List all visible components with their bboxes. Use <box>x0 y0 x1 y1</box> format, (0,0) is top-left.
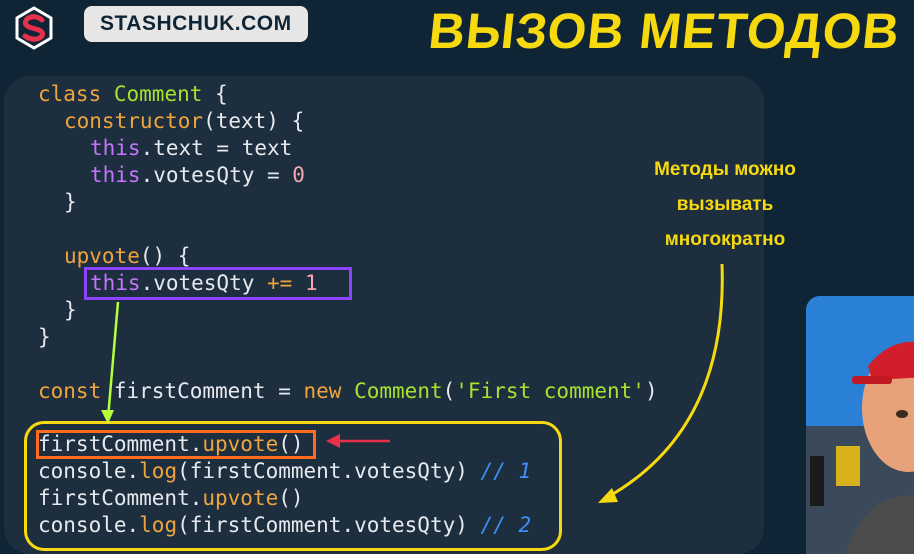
green-arrow-icon <box>101 301 120 424</box>
red-arrow-icon <box>326 434 390 448</box>
yellow-curved-arrow-icon <box>598 263 724 503</box>
presenter-video <box>806 296 914 554</box>
annotation-arrows <box>101 263 724 503</box>
